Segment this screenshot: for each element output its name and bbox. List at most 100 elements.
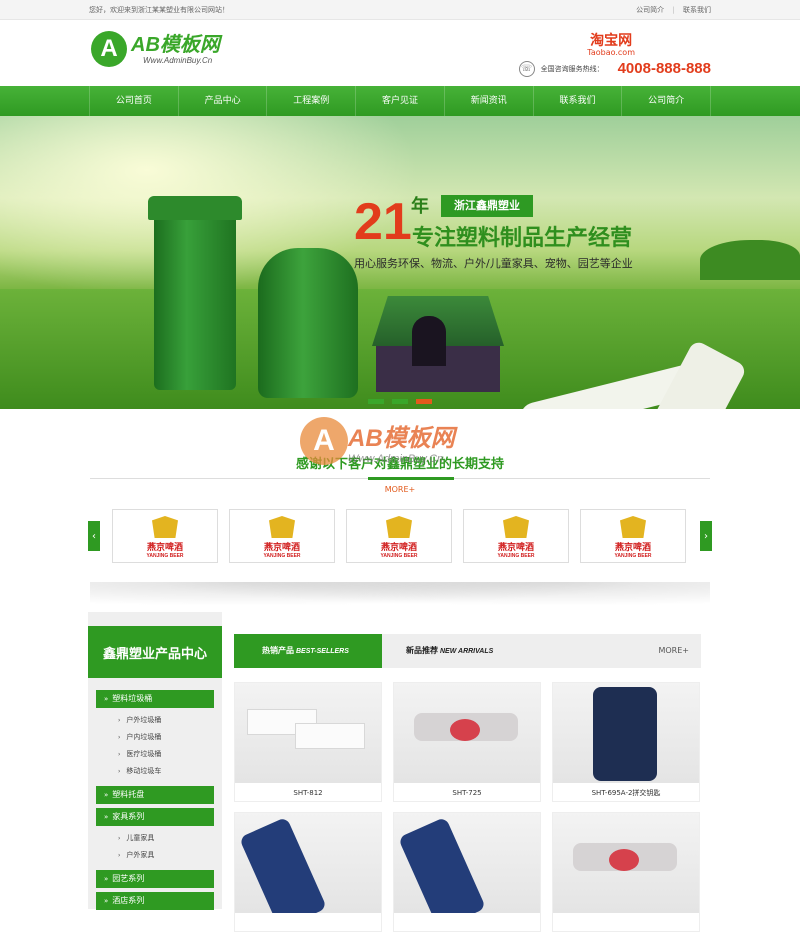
carousel-next-button[interactable]: › bbox=[700, 521, 712, 551]
taobao-en: Taobao.com bbox=[587, 48, 635, 57]
subcategory-item[interactable]: › 户外垃圾桶 bbox=[88, 712, 222, 729]
beer-crest-icon bbox=[269, 516, 295, 538]
caret-right-icon: › bbox=[118, 751, 121, 758]
category-trash-bins[interactable]: » 塑料垃圾桶 bbox=[96, 690, 214, 708]
chevron-right-icon: » bbox=[104, 695, 109, 703]
top-link-about[interactable]: 公司简介 bbox=[636, 6, 664, 14]
watermark-title: AB模板网 bbox=[348, 424, 455, 452]
product-name: SHT-695A-2拼交钥匙 bbox=[591, 789, 661, 797]
banner-slogan: 专注塑料制品生产经营 bbox=[412, 226, 633, 251]
product-card[interactable]: SHT-812 bbox=[234, 682, 382, 802]
product-card[interactable] bbox=[552, 812, 700, 932]
taobao-cn: 淘宝网 bbox=[590, 33, 633, 49]
product-card[interactable] bbox=[234, 812, 382, 932]
partner-logo[interactable]: 燕京啤酒 YANJING BEER bbox=[580, 509, 686, 563]
main-nav: 公司首页 产品中心 工程案例 客户见证 新闻资讯 联系我们 公司简介 bbox=[0, 86, 800, 116]
logo-url: Www.AdminBuy.Cn bbox=[143, 55, 213, 65]
product-card[interactable]: SHT-695A-2拼交钥匙 bbox=[552, 682, 700, 802]
title-divider-accent bbox=[368, 477, 454, 480]
product-tabs: 热销产品 BEST-SELLERS 新品推荐 NEW ARRIVALS MORE+ bbox=[234, 634, 701, 668]
chevron-right-icon: » bbox=[104, 791, 109, 799]
lounge-chair-image bbox=[520, 339, 748, 409]
subcategory-item[interactable]: › 儿童家具 bbox=[88, 830, 222, 847]
slider-dot[interactable] bbox=[368, 399, 384, 404]
beer-crest-icon bbox=[503, 516, 529, 538]
trees-image bbox=[700, 240, 800, 280]
nav-contact[interactable]: 联系我们 bbox=[534, 86, 623, 116]
product-card[interactable] bbox=[393, 812, 541, 932]
beer-crest-icon bbox=[152, 516, 178, 538]
carousel-prev-button[interactable]: ‹ bbox=[88, 521, 100, 551]
banner-company: 浙江鑫鼎塑业 bbox=[441, 195, 533, 217]
product-image bbox=[394, 813, 540, 913]
partner-logo[interactable]: 燕京啤酒 YANJING BEER bbox=[346, 509, 452, 563]
tab-best-sellers[interactable]: 热销产品 BEST-SELLERS bbox=[234, 634, 382, 668]
caret-right-icon: › bbox=[118, 734, 121, 741]
subcategory-item[interactable]: › 移动垃圾车 bbox=[88, 763, 222, 780]
product-name: SHT-812 bbox=[293, 789, 323, 797]
subcategory-item[interactable]: › 户外家具 bbox=[88, 847, 222, 864]
hotline-number: 4008-888-888 bbox=[617, 60, 711, 77]
top-link-contact[interactable]: 联系我们 bbox=[683, 6, 711, 14]
category-pallets[interactable]: » 塑料托盘 bbox=[96, 786, 214, 804]
partner-logo[interactable]: 燕京啤酒 YANJING BEER bbox=[229, 509, 335, 563]
nav-home[interactable]: 公司首页 bbox=[89, 86, 179, 116]
nav-news[interactable]: 新闻资讯 bbox=[445, 86, 534, 116]
nav-products[interactable]: 产品中心 bbox=[179, 86, 268, 116]
product-image bbox=[235, 813, 381, 913]
welcome-text: 您好，欢迎来到浙江某某塑业有限公司网站！ bbox=[89, 6, 229, 14]
section-shadow bbox=[90, 582, 710, 610]
logo-title: AB模板网 bbox=[131, 33, 220, 56]
sidebar-title: 鑫鼎塑业产品中心 bbox=[88, 626, 222, 678]
phone-icon: ☏ bbox=[518, 60, 535, 77]
product-sidebar: 鑫鼎塑业产品中心 » 塑料垃圾桶 › 户外垃圾桶 › 户内垃圾桶 › 医疗垃圾桶 › 移动… bbox=[88, 612, 222, 910]
slider-dot[interactable] bbox=[392, 399, 408, 404]
partner-logo[interactable]: 燕京啤酒 YANJING BEER bbox=[463, 509, 569, 563]
site-logo[interactable]: A AB模板网 Www.AdminBuy.Cn bbox=[91, 31, 220, 67]
caret-right-icon: › bbox=[118, 835, 121, 842]
caret-right-icon: › bbox=[118, 852, 121, 859]
nav-cases[interactable]: 工程案例 bbox=[267, 86, 357, 116]
product-card[interactable]: SHT-725 bbox=[393, 682, 541, 802]
watermark-url: Www.AdminBuy.Cn bbox=[348, 452, 444, 465]
caret-right-icon: › bbox=[118, 768, 121, 775]
banner-year-unit: 年 bbox=[411, 196, 429, 217]
nav-about[interactable]: 公司简介 bbox=[622, 86, 712, 116]
top-bar: 您好，欢迎来到浙江某某塑业有限公司网站！ 公司简介 | 联系我们 bbox=[0, 0, 800, 20]
logo-badge: A bbox=[91, 31, 127, 67]
trash-bin-image bbox=[148, 196, 242, 390]
slider-dot-active[interactable] bbox=[416, 399, 432, 404]
top-link-separator: | bbox=[672, 6, 675, 14]
product-image bbox=[235, 683, 381, 783]
chevron-right-icon: » bbox=[104, 875, 109, 883]
hero-banner[interactable]: 21 年 浙江鑫鼎塑业 专注塑料制品生产经营 用心服务环保、物流、户外/儿童家具… bbox=[0, 116, 800, 409]
site-header: A AB模板网 Www.AdminBuy.Cn 淘宝网 Taobao.com ☏… bbox=[89, 20, 711, 86]
slider-dots bbox=[368, 399, 440, 404]
nav-testimonials[interactable]: 客户见证 bbox=[356, 86, 445, 116]
tab-new-arrivals[interactable]: 新品推荐 NEW ARRIVALS bbox=[406, 634, 493, 668]
taobao-link[interactable]: 淘宝网 Taobao.com bbox=[587, 30, 635, 57]
category-hotel[interactable]: » 酒店系列 bbox=[96, 892, 214, 910]
product-image bbox=[394, 683, 540, 783]
product-image bbox=[553, 813, 699, 913]
partners-carousel: ‹ 燕京啤酒 YANJING BEER 燕京啤酒 YANJING BEER 燕京… bbox=[88, 509, 712, 563]
composter-image bbox=[258, 248, 358, 398]
caret-right-icon: › bbox=[118, 717, 121, 724]
hotline-label: 全国咨询服务热线： bbox=[540, 64, 604, 73]
subcategory-item[interactable]: › 医疗垃圾桶 bbox=[88, 746, 222, 763]
chevron-right-icon: » bbox=[104, 813, 109, 821]
products-more-link[interactable]: MORE+ bbox=[658, 634, 689, 668]
partner-logo[interactable]: 燕京啤酒 YANJING BEER bbox=[112, 509, 218, 563]
category-furniture[interactable]: » 家具系列 bbox=[96, 808, 214, 826]
banner-subtitle: 用心服务环保、物流、户外/儿童家具、宠物、园艺等企业 bbox=[354, 257, 633, 270]
chevron-right-icon: » bbox=[104, 897, 109, 905]
category-gardening[interactable]: » 园艺系列 bbox=[96, 870, 214, 888]
subcategory-item[interactable]: › 户内垃圾桶 bbox=[88, 729, 222, 746]
partners-more-link[interactable]: MORE+ bbox=[0, 485, 800, 494]
hotline: ☏ 全国咨询服务热线： 4008-888-888 bbox=[518, 60, 711, 77]
product-image bbox=[553, 683, 699, 783]
product-name: SHT-725 bbox=[452, 789, 482, 797]
beer-crest-icon bbox=[620, 516, 646, 538]
watermark-logo: A AB模板网 Www.AdminBuy.Cn bbox=[300, 417, 455, 465]
doghouse-image bbox=[372, 296, 504, 392]
